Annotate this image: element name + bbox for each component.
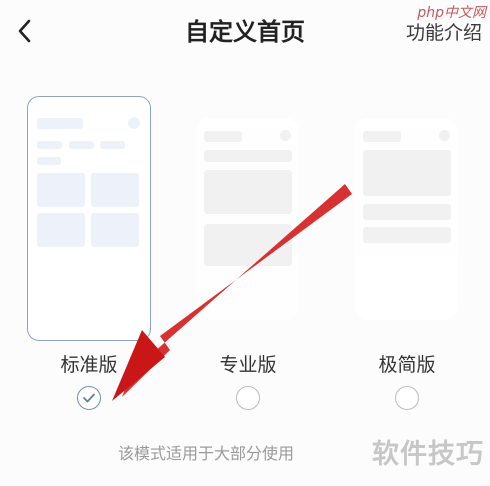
preview-block — [37, 141, 62, 149]
watermark-logo: php中文网 — [417, 5, 486, 21]
watermark-text: 软件技巧 — [372, 439, 484, 470]
mode-description: 该模式适用于大部分使用 — [118, 444, 295, 463]
standard-mode-label: 标准版 — [60, 354, 118, 376]
preview-block — [37, 118, 83, 129]
preview-block — [37, 157, 61, 165]
preview-block — [204, 131, 242, 142]
preview-block — [37, 173, 85, 207]
preview-block — [204, 150, 292, 162]
preview-block — [280, 130, 291, 141]
standard-mode-radio[interactable] — [77, 386, 101, 410]
preview-block — [204, 224, 292, 266]
header: 自定义首页 功能介绍 php中文网 — [0, 0, 490, 64]
preview-block — [100, 141, 125, 149]
preview-block — [91, 173, 139, 207]
preview-block — [128, 117, 140, 129]
minimal-preview-card[interactable] — [355, 118, 457, 320]
preview-block — [363, 227, 451, 243]
pro-preview-card[interactable] — [196, 118, 298, 320]
preview-block — [37, 213, 85, 247]
minimal-mode-label: 极简版 — [378, 354, 436, 376]
standard-preview-card[interactable] — [27, 96, 151, 341]
check-icon — [83, 393, 95, 403]
minimal-mode-radio[interactable] — [395, 386, 419, 410]
feature-intro-link[interactable]: 功能介绍 — [406, 18, 482, 45]
pro-mode-label: 专业版 — [219, 354, 277, 376]
preview-block — [363, 131, 401, 142]
preview-block — [69, 141, 94, 149]
preview-block — [439, 130, 450, 141]
pro-mode-radio[interactable] — [236, 386, 260, 410]
preview-block — [363, 150, 451, 196]
preview-block — [204, 170, 292, 214]
preview-block — [91, 213, 139, 247]
preview-block — [363, 204, 451, 220]
